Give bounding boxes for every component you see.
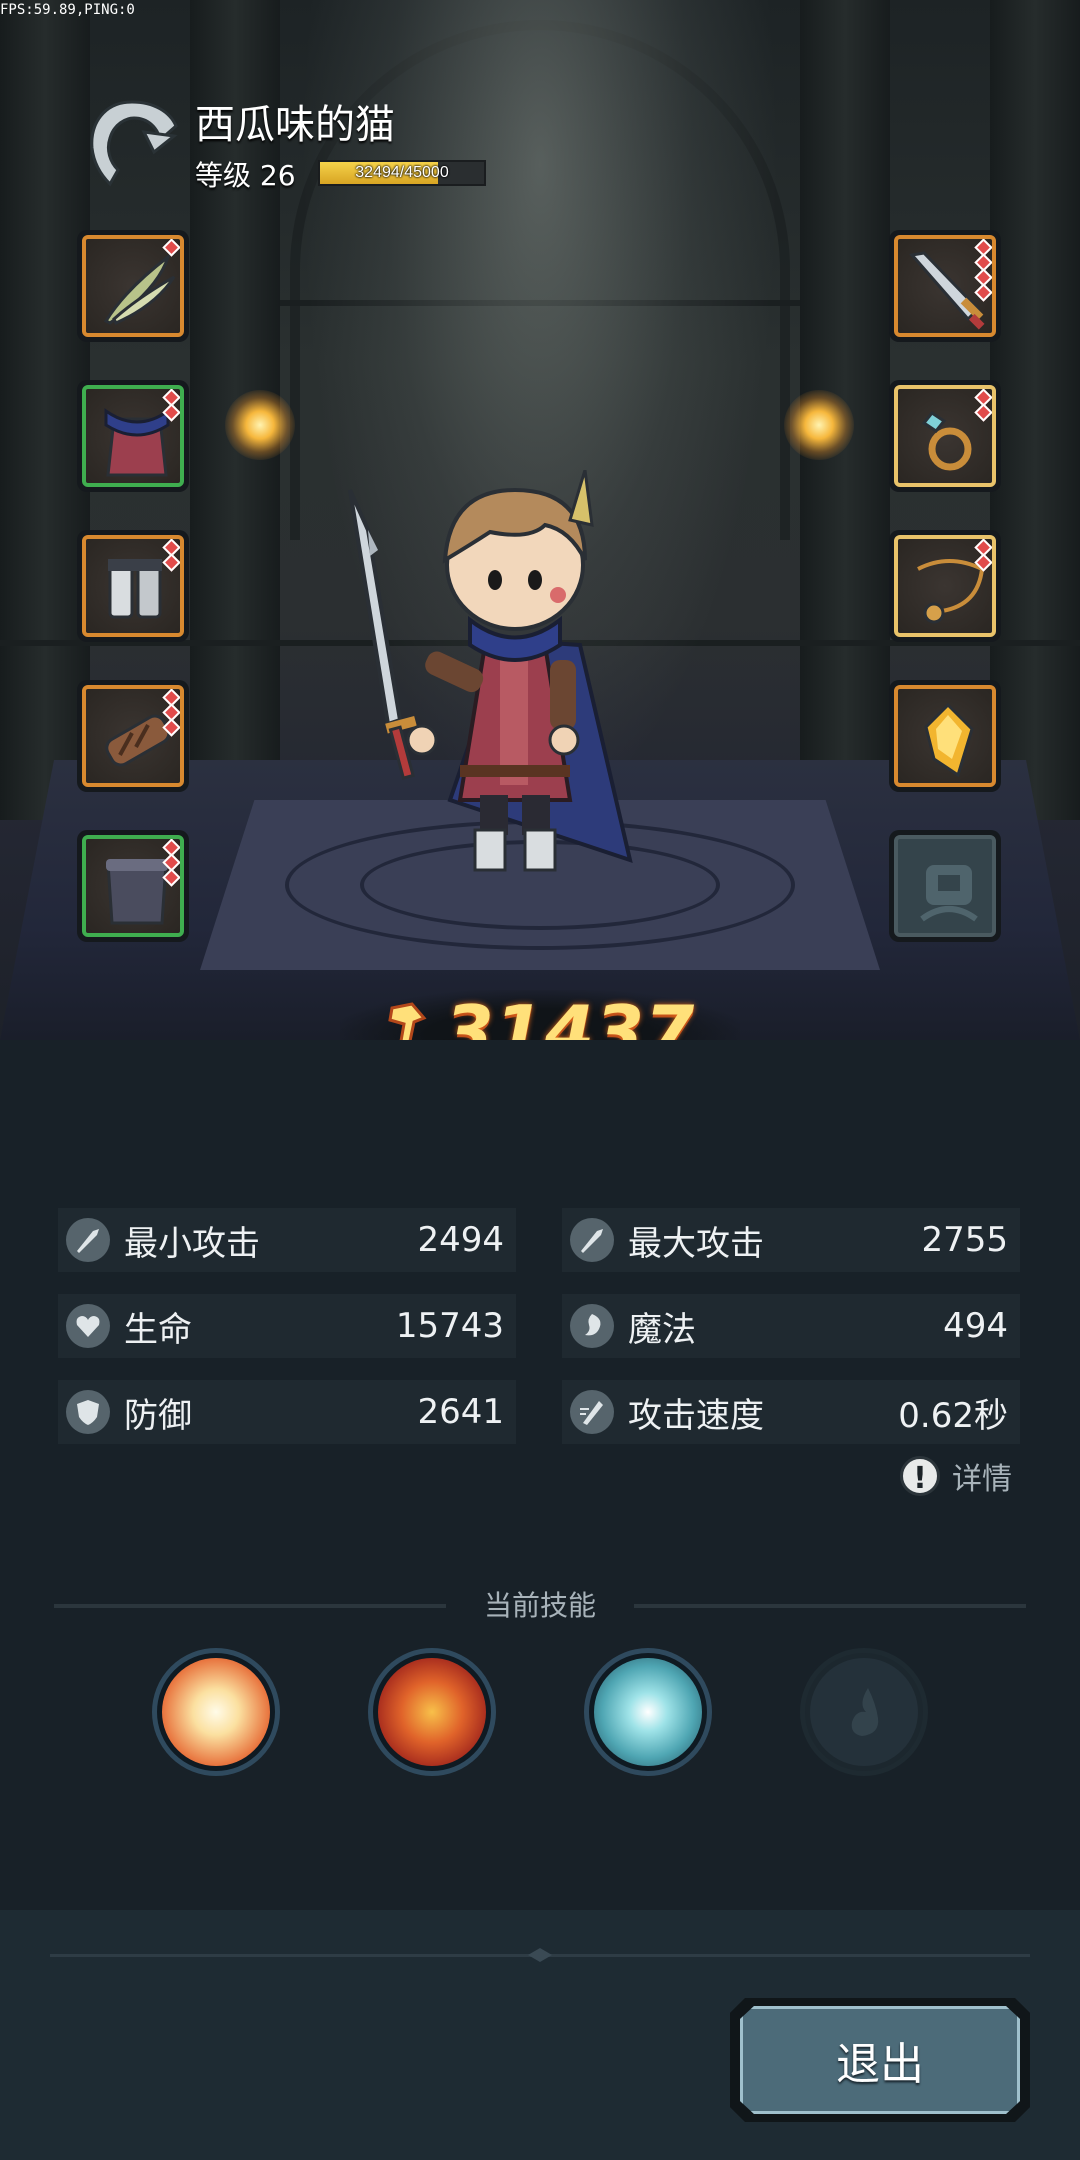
slot-frame <box>82 235 184 337</box>
skills-title: 当前技能 <box>483 1589 596 1622</box>
star-pips <box>162 689 180 737</box>
gem-icon <box>924 702 974 778</box>
stat-label: 防御 <box>124 1395 192 1436</box>
skill-slot-ice-shard[interactable] <box>584 1648 712 1776</box>
stat-label: 魔法 <box>628 1309 696 1350</box>
details-button[interactable]: ! 详情 <box>900 1454 1012 1498</box>
slot-frame <box>894 385 996 487</box>
stat-row: 防御 2641 <box>58 1380 516 1444</box>
xp-progress-text: 32494/45000 <box>355 164 449 181</box>
fps-readout: FPS:59.89,PING:0 <box>0 2 135 18</box>
slot-frame <box>894 685 996 787</box>
slot-frame <box>82 535 184 637</box>
shield-icon <box>66 1390 110 1434</box>
stat-row: 最大攻击 2755 <box>562 1208 1020 1272</box>
equip-slot-gem[interactable] <box>889 680 1001 792</box>
stat-value: 494 <box>943 1306 1008 1346</box>
equip-slot-ring[interactable] <box>889 380 1001 492</box>
equip-slot-pants[interactable] <box>77 830 189 942</box>
skill-slot-fire-vortex[interactable] <box>368 1648 496 1776</box>
ice-shard-skill-icon <box>594 1658 702 1766</box>
stat-row: 魔法 494 <box>562 1294 1020 1358</box>
equip-slot-boots[interactable] <box>77 530 189 642</box>
heart-icon <box>66 1304 110 1348</box>
exclamation-icon: ! <box>900 1456 940 1496</box>
magic-icon <box>570 1304 614 1348</box>
burst-skill-icon <box>162 1658 270 1766</box>
player-name: 西瓜味的猫 <box>195 102 395 148</box>
attack-icon <box>570 1218 614 1262</box>
stat-value: 2755 <box>921 1220 1008 1260</box>
stat-value: 15743 <box>395 1306 504 1346</box>
class-emblem-icon[interactable] <box>84 96 180 192</box>
character-scene: 西瓜味的猫 等级 26 32494/45000 <box>0 0 1080 1040</box>
skill-slot-locked[interactable] <box>800 1648 928 1776</box>
wall-pillar <box>990 0 1080 820</box>
equip-slot-necklace[interactable] <box>889 530 1001 642</box>
feather-icon <box>103 252 176 325</box>
slot-frame <box>82 385 184 487</box>
star-pips <box>162 839 180 887</box>
star-pips <box>974 239 992 302</box>
pet-placeholder-icon <box>920 865 978 922</box>
slot-frame <box>894 535 996 637</box>
stat-label: 最大攻击 <box>628 1223 764 1264</box>
skill-slot-burst[interactable] <box>152 1648 280 1776</box>
star-pips <box>974 389 992 422</box>
speed-icon <box>570 1390 614 1434</box>
torch-flame-icon <box>225 390 295 460</box>
stat-row: 攻击速度 0.62秒 <box>562 1380 1020 1444</box>
player-level: 等级 26 <box>195 159 296 192</box>
divider-ornament-icon <box>528 1948 552 1962</box>
exit-label: 退出 <box>740 2006 1020 2114</box>
slot-frame <box>82 685 184 787</box>
stat-label: 生命 <box>124 1309 192 1350</box>
details-label: 详情 <box>952 1462 1012 1497</box>
slot-frame <box>82 835 184 937</box>
slot-frame <box>894 835 996 937</box>
exit-button[interactable]: 退出 <box>730 1998 1030 2122</box>
equip-slot-bracers[interactable] <box>77 680 189 792</box>
slot-frame <box>894 235 996 337</box>
stat-label: 攻击速度 <box>628 1395 764 1436</box>
stat-value: 0.62秒 <box>898 1395 1008 1436</box>
stat-value: 2641 <box>417 1392 504 1432</box>
fire-vortex-skill-icon <box>378 1658 486 1766</box>
star-pips <box>162 239 180 257</box>
star-pips <box>162 389 180 422</box>
locked-skill-icon <box>810 1658 918 1766</box>
pet-slot-empty[interactable] <box>889 830 1001 942</box>
hero-character[interactable] <box>330 470 660 890</box>
star-pips <box>974 539 992 572</box>
stat-row: 最小攻击 2494 <box>58 1208 516 1272</box>
attack-icon <box>66 1218 110 1262</box>
equip-slot-feather[interactable] <box>77 230 189 342</box>
star-pips <box>162 539 180 572</box>
xp-progress-bar: 32494/45000 <box>318 160 486 186</box>
stat-row: 生命 15743 <box>58 1294 516 1358</box>
equip-slot-armor[interactable] <box>77 380 189 492</box>
equip-slot-weapon[interactable] <box>889 230 1001 342</box>
stat-label: 最小攻击 <box>124 1223 260 1264</box>
torch-flame-icon <box>784 390 854 460</box>
stat-value: 2494 <box>417 1220 504 1260</box>
